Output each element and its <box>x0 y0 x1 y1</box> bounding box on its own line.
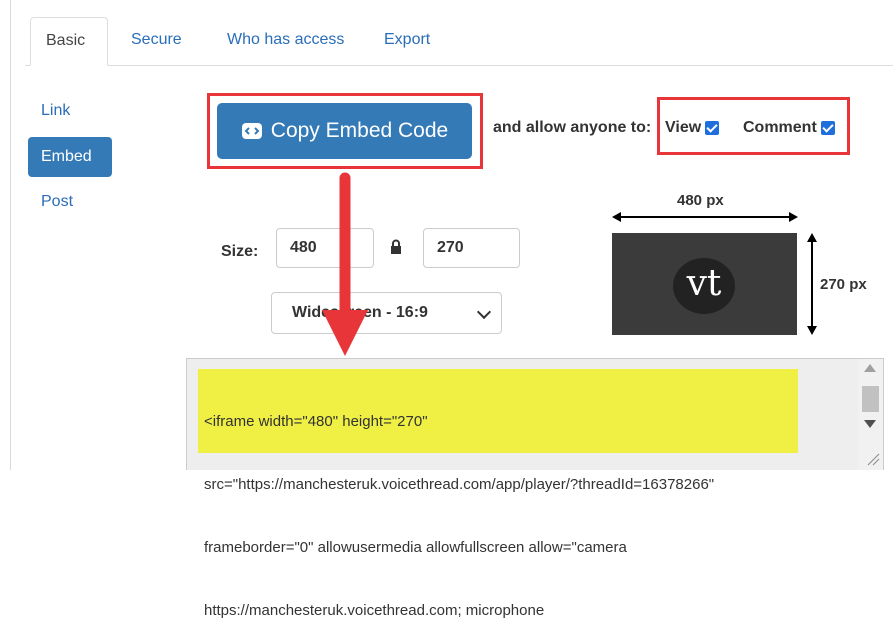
comment-checkbox[interactable] <box>820 121 835 135</box>
preview-height-label: 270 px <box>820 276 867 293</box>
embed-code-text: <iframe width="480" height="270" src="ht… <box>204 369 844 642</box>
side-nav-link[interactable]: Link <box>28 91 112 131</box>
code-line: src="https://manchesteruk.voicethread.co… <box>204 476 715 493</box>
view-checkbox[interactable] <box>705 121 720 135</box>
tab-secure[interactable]: Secure <box>116 17 197 64</box>
voicethread-logo: vt <box>673 258 735 314</box>
resize-handle-icon[interactable] <box>866 452 880 466</box>
comment-permission[interactable]: Comment <box>743 119 835 137</box>
annotation-arrow-icon <box>322 172 368 356</box>
scrollbar-thumb[interactable] <box>862 386 879 412</box>
height-arrow-icon <box>807 233 817 335</box>
preview-width-label: 480 px <box>677 192 724 209</box>
chevron-down-icon <box>476 304 492 320</box>
size-label: Size: <box>221 243 259 260</box>
tab-basic[interactable]: Basic <box>30 17 108 66</box>
view-permission[interactable]: View <box>665 119 720 137</box>
aspect-ratio-select[interactable]: Widescreen - 16:9 <box>271 292 502 334</box>
tab-who-has-access[interactable]: Who has access <box>212 17 359 64</box>
embed-icon <box>241 122 263 140</box>
lock-icon[interactable] <box>390 239 402 255</box>
copy-embed-code-button[interactable]: Copy Embed Code <box>217 103 472 159</box>
allow-anyone-text: and allow anyone to: <box>493 119 652 136</box>
scroll-up-icon[interactable] <box>864 364 876 372</box>
scroll-down-icon[interactable] <box>864 420 876 428</box>
code-line: https://manchesteruk.voicethread.com; mi… <box>204 602 545 619</box>
height-input[interactable]: 270 <box>423 228 520 268</box>
view-label: View <box>665 119 702 136</box>
code-line: <iframe width="480" height="270" <box>204 413 428 430</box>
side-nav-post[interactable]: Post <box>28 182 112 222</box>
code-line: frameborder="0" allowusermedia allowfull… <box>204 539 627 556</box>
copy-embed-code-label: Copy Embed Code <box>270 119 449 142</box>
tab-export[interactable]: Export <box>369 17 445 64</box>
side-nav-embed[interactable]: Embed <box>28 137 112 177</box>
width-arrow-icon <box>612 212 798 222</box>
comment-label: Comment <box>743 119 817 136</box>
tab-bar: Basic Secure Who has access Export <box>25 17 893 66</box>
